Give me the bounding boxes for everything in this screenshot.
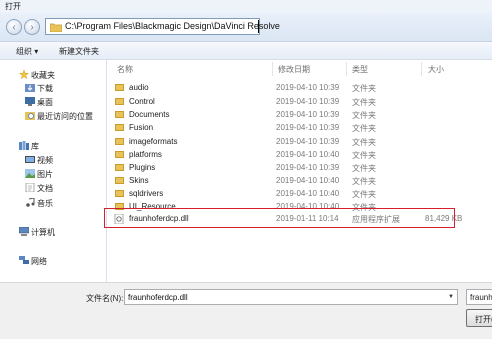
forward-button[interactable]: › [24, 19, 40, 35]
file-name: imageformats [129, 137, 178, 146]
filename-value: fraunhoferdcp.dll [128, 293, 188, 302]
file-date: 2019-04-10 10:39 [276, 97, 340, 106]
column-header-date[interactable]: 修改日期 [278, 64, 310, 75]
picture-icon [25, 169, 35, 178]
folder-icon [115, 111, 124, 118]
file-date: 2019-04-10 10:39 [276, 137, 340, 146]
address-path: C:\Program Files\Blackmagic Design\DaVin… [65, 21, 280, 31]
file-date: 2019-04-10 10:39 [276, 123, 340, 132]
file-name: Fusion [129, 123, 154, 132]
download-folder-icon [25, 84, 35, 92]
file-row[interactable]: imageformats 2019-04-10 10:39 文件夹 [113, 136, 473, 148]
sidebar-item-label: 计算机 [31, 228, 55, 237]
file-row[interactable]: Skins 2019-04-10 10:40 文件夹 [113, 175, 473, 187]
folder-icon [115, 151, 124, 158]
folder-icon [115, 138, 124, 145]
back-button[interactable]: ‹ [6, 19, 22, 35]
new-folder-button[interactable]: 新建文件夹 [59, 46, 99, 57]
folder-icon [115, 190, 124, 197]
window-title: 打开 [5, 2, 21, 11]
folder-icon [115, 84, 124, 91]
title-bar: 打开 [0, 0, 492, 13]
file-date: 2019-04-10 10:39 [276, 110, 340, 119]
text-cursor [258, 20, 259, 33]
computer-icon [19, 227, 29, 236]
dialog-footer: 文件名(N): fraunhoferdcp.dll ▼ fraunh 打开(O) [0, 282, 492, 339]
file-row[interactable]: platforms 2019-04-10 10:40 文件夹 [113, 149, 473, 161]
file-type: 文件夹 [352, 124, 376, 133]
file-row[interactable]: Fusion 2019-04-10 10:39 文件夹 [113, 122, 473, 134]
file-name: audio [129, 83, 149, 92]
desktop-icon [25, 97, 35, 106]
file-list: 名称 修改日期 类型 大小 audio 2019-04-10 10:39 文件夹… [108, 60, 492, 282]
file-type: 文件夹 [352, 111, 376, 120]
sidebar-item-label: 音乐 [37, 199, 53, 208]
file-type: 文件夹 [352, 164, 376, 173]
organize-button[interactable]: 组织 ▾ [16, 46, 38, 57]
video-icon [25, 156, 35, 163]
toolbar: 组织 ▾ 新建文件夹 [0, 42, 492, 60]
column-divider[interactable] [421, 62, 422, 76]
file-row[interactable]: Documents 2019-04-10 10:39 文件夹 [113, 109, 473, 121]
file-type: 文件夹 [352, 177, 376, 186]
column-divider[interactable] [272, 62, 273, 76]
filename-label: 文件名(N): [86, 294, 124, 303]
file-date: 2019-04-10 10:40 [276, 189, 340, 198]
chevron-down-icon[interactable]: ▼ [448, 294, 454, 300]
recent-places-icon [25, 112, 35, 120]
sidebar-item-label: 网络 [31, 257, 47, 266]
sidebar-item-label: 收藏夹 [31, 71, 55, 80]
sidebar-item-label: 视频 [37, 156, 53, 165]
file-name: platforms [129, 150, 162, 159]
column-header-size[interactable]: 大小 [428, 64, 444, 75]
column-divider[interactable] [346, 62, 347, 76]
music-icon [26, 198, 35, 207]
file-row[interactable]: audio 2019-04-10 10:39 文件夹 [113, 82, 473, 94]
address-bar[interactable]: C:\Program Files\Blackmagic Design\DaVin… [45, 18, 280, 35]
column-header-name[interactable]: 名称 [117, 64, 133, 75]
file-type: 文件夹 [352, 84, 376, 93]
network-icon [19, 256, 29, 264]
file-type: 文件夹 [352, 151, 376, 160]
filename-input[interactable]: fraunhoferdcp.dll ▼ [124, 289, 458, 305]
star-icon [19, 70, 29, 79]
file-name: Documents [129, 110, 170, 119]
filter-value: fraunh [470, 293, 492, 302]
sidebar-item-label: 库 [31, 142, 39, 151]
column-header-type[interactable]: 类型 [352, 64, 368, 75]
file-type: 文件夹 [352, 190, 376, 199]
sidebar-item-label: 文档 [37, 184, 53, 193]
file-name: Skins [129, 176, 149, 185]
folder-icon [115, 177, 124, 184]
file-name: Plugins [129, 163, 156, 172]
file-type-filter[interactable]: fraunh [466, 289, 492, 305]
file-name: sqldrivers [129, 189, 164, 198]
sidebar-item-label: 最近访问的位置 [37, 112, 93, 121]
sidebar-item-label: 图片 [37, 170, 53, 179]
navigation-pane: 收藏夹 下载 桌面 最近访问的位置 库 视频 图片 文档 音乐 计算机 网络 [0, 60, 107, 282]
navigation-bar: ‹ › C:\Program Files\Blackmagic Design\D… [0, 13, 492, 42]
folder-icon [50, 23, 62, 32]
file-date: 2019-04-10 10:40 [276, 150, 340, 159]
library-icon [19, 141, 29, 150]
file-date: 2019-04-10 10:39 [276, 163, 340, 172]
file-name: Control [129, 97, 155, 106]
file-row[interactable]: sqldrivers 2019-04-10 10:40 文件夹 [113, 188, 473, 200]
file-row[interactable]: Control 2019-04-10 10:39 文件夹 [113, 96, 473, 108]
file-date: 2019-04-10 10:39 [276, 83, 340, 92]
open-button-label: 打开(O) [475, 315, 492, 324]
sidebar-item-label: 桌面 [37, 98, 53, 107]
folder-icon [115, 164, 124, 171]
highlight-box [104, 208, 455, 228]
open-button[interactable]: 打开(O) [466, 309, 492, 327]
sidebar-item-label: 下载 [37, 84, 53, 93]
document-icon [25, 183, 35, 192]
file-date: 2019-04-10 10:40 [276, 176, 340, 185]
file-type: 文件夹 [352, 138, 376, 147]
folder-icon [115, 124, 124, 131]
file-row[interactable]: Plugins 2019-04-10 10:39 文件夹 [113, 162, 473, 174]
file-type: 文件夹 [352, 98, 376, 107]
folder-icon [115, 98, 124, 105]
